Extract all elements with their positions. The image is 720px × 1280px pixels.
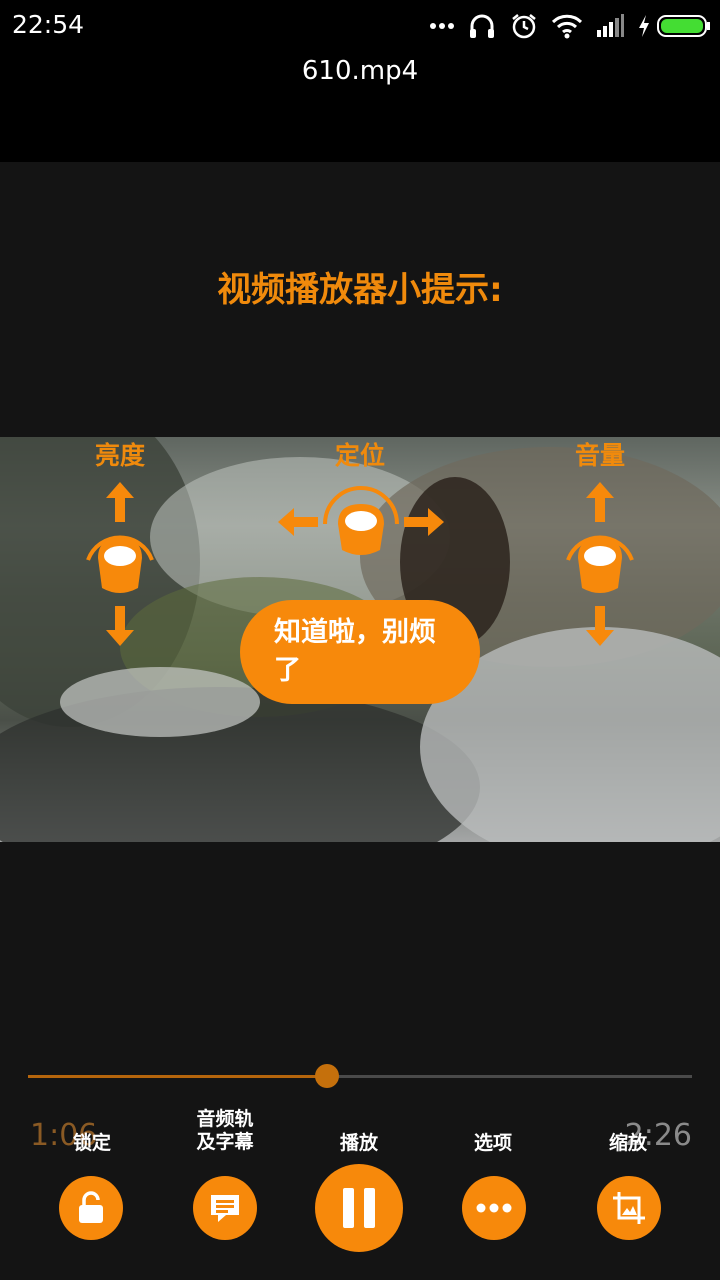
audio-subtitle-label-line1: 音频轨 [196, 1108, 254, 1130]
seek-label: 定位 [334, 441, 385, 470]
seek-bar-progress [28, 1075, 327, 1078]
charging-icon [636, 10, 652, 42]
lock-icon [79, 1191, 103, 1223]
zoom-label: 缩放 [608, 1132, 647, 1154]
volume-gesture-icon [560, 480, 640, 650]
lock-label: 锁定 [72, 1132, 111, 1154]
lock-button[interactable] [59, 1176, 123, 1240]
headphones-icon [466, 10, 498, 42]
more-dots-icon [428, 10, 456, 42]
more-options-icon [476, 1203, 512, 1213]
wifi-icon [550, 10, 584, 42]
brightness-gesture-icon [80, 480, 160, 650]
volume-label: 音量 [574, 441, 625, 470]
audio-subtitle-label: 音频轨 及字幕 [180, 1108, 270, 1154]
status-time: 22:54 [12, 10, 85, 39]
pause-icon [343, 1188, 375, 1228]
seek-gesture-icon [276, 480, 446, 560]
options-label: 选项 [473, 1132, 512, 1154]
battery-icon [656, 10, 712, 42]
options-button[interactable] [462, 1176, 526, 1240]
zoom-button[interactable] [597, 1176, 661, 1240]
signal-icon [594, 10, 626, 42]
dismiss-tips-button[interactable]: 知道啦，别烦了 [240, 600, 480, 704]
file-title: 610.mp4 [301, 56, 419, 86]
brightness-label: 亮度 [94, 441, 145, 470]
audio-subtitle-label-line2: 及字幕 [196, 1131, 254, 1153]
subtitle-icon [211, 1195, 239, 1222]
alarm-icon [508, 10, 540, 42]
play-label: 播放 [339, 1132, 378, 1154]
seek-bar-thumb[interactable] [314, 1064, 339, 1088]
play-pause-button[interactable] [315, 1164, 403, 1252]
audio-subtitle-button[interactable] [193, 1176, 257, 1240]
crop-icon [613, 1192, 645, 1224]
tips-title: 视频播放器小提示: [217, 270, 503, 310]
